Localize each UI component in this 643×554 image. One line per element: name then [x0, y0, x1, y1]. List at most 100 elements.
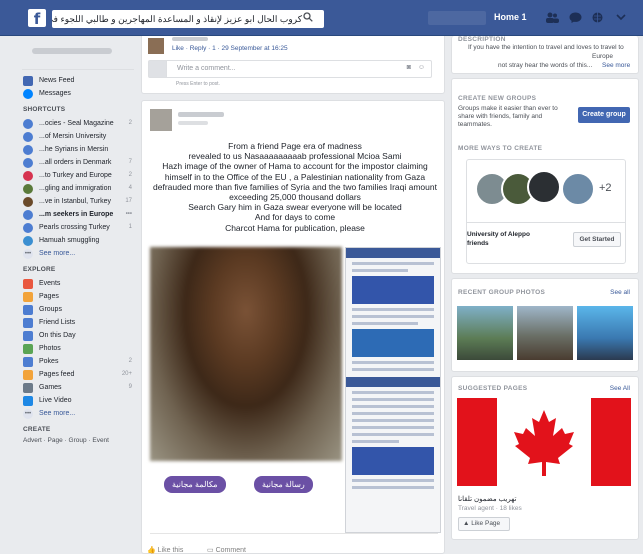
sidebar-item[interactable]: ...gling and immigration 4: [22, 182, 134, 195]
sidebar-item[interactable]: ...all orders in Denmark 7: [22, 156, 134, 169]
sidebar-item-label: Pearls crossing Turkey: [39, 224, 110, 231]
see-more-shortcuts-link[interactable]: ••• See more...: [22, 247, 134, 260]
sidebar-item[interactable]: Groups: [22, 303, 134, 316]
sidebar-item[interactable]: Friend Lists: [22, 316, 134, 329]
sidebar-item[interactable]: Pages: [22, 290, 134, 303]
group-description-card: DESCRIPTION If you have the intention to…: [451, 36, 639, 74]
group-icon: [23, 171, 33, 181]
maple-leaf-icon: [514, 410, 574, 476]
free-call-button[interactable]: مكالمة مجانية: [164, 476, 226, 493]
account-menu-icon[interactable]: [614, 12, 628, 24]
search-input[interactable]: كروب الحال ابو عزيز لإنقاذ و المساعدة ال…: [52, 10, 324, 28]
sidebar-item[interactable]: ...to Turkey and Europe 2: [22, 169, 134, 182]
create-links[interactable]: Advert · Page · Group · Event: [23, 437, 134, 444]
sidebar-item[interactable]: On this Day: [22, 329, 134, 342]
sidebar-item-count: 4: [128, 185, 132, 191]
sidebar-item[interactable]: Games 9: [22, 381, 134, 394]
sidebar-item[interactable]: ...ve in Istanbul, Turkey 17: [22, 195, 134, 208]
sidebar-item[interactable]: Hamuah smuggling: [22, 234, 134, 247]
sidebar-item[interactable]: Pearls crossing Turkey 1: [22, 221, 134, 234]
home-link[interactable]: Home 1: [494, 12, 527, 22]
group-photo-thumbnail[interactable]: [457, 306, 513, 360]
sidebar-item-count: 2: [128, 358, 132, 364]
sidebar-item[interactable]: ...ocies - Seal Magazine 2: [22, 117, 134, 130]
create-heading: CREATE: [23, 426, 51, 433]
post-author-name[interactable]: [178, 112, 224, 117]
canada-flag-image[interactable]: [457, 398, 631, 486]
create-groups-heading: CREATE NEW GROUPS: [458, 95, 537, 102]
sticker-icon[interactable]: ☺: [418, 64, 425, 71]
group-icon: [23, 119, 33, 129]
see-more-link[interactable]: See more: [602, 62, 630, 69]
sidebar-item-label: ...gling and immigration: [39, 185, 112, 192]
create-group-button[interactable]: Create group: [578, 107, 630, 123]
post-text-line: Charcot Hama for publication, please: [225, 222, 365, 233]
post-image[interactable]: مكالمة مجانية رسالة مجانية: [150, 247, 442, 533]
sidebar-item[interactable]: Photos: [22, 342, 134, 355]
sidebar-item[interactable]: ...m seekers in Europe •••: [22, 208, 134, 221]
friend-requests-icon[interactable]: [545, 12, 559, 24]
suggested-page-meta: Travel agent · 18 likes: [458, 505, 522, 512]
sidebar-item-label: Pages: [39, 293, 59, 300]
group-photo-thumbnail[interactable]: [577, 306, 633, 360]
post-author-avatar[interactable]: [150, 109, 172, 131]
sidebar-item[interactable]: Pages feed 20+: [22, 368, 134, 381]
news-feed-icon: [23, 76, 33, 86]
news-feed: Like · Reply · 1 · 29 September at 16:25…: [141, 36, 446, 554]
search-icon[interactable]: [300, 12, 316, 26]
member-avatar: [561, 172, 595, 206]
profile-link[interactable]: [428, 11, 486, 25]
sidebar-item-label: Live Video: [39, 397, 72, 404]
sidebar-item[interactable]: ...of Mersin University: [22, 130, 134, 143]
sidebar-item-label: On this Day: [39, 332, 76, 339]
description-heading: DESCRIPTION: [458, 36, 506, 43]
sidebar-item[interactable]: Events: [22, 277, 134, 290]
sidebar-item[interactable]: Live Video: [22, 394, 134, 407]
previous-post-comments: Like · Reply · 1 · 29 September at 16:25…: [141, 36, 445, 94]
profile-shortcut[interactable]: [22, 48, 134, 70]
thumbs-up-icon: ▲: [463, 520, 470, 527]
camera-icon[interactable]: ◙: [407, 64, 411, 71]
sidebar-item[interactable]: Pokes 2: [22, 355, 134, 368]
free-message-button[interactable]: رسالة مجانية: [254, 476, 313, 493]
comment-button[interactable]: ▭ Comment: [207, 546, 246, 554]
sidebar-item-label: Pokes: [39, 358, 59, 365]
facebook-logo-icon[interactable]: f: [28, 9, 46, 28]
sidebar-item-messages[interactable]: Messages: [22, 87, 134, 100]
suggested-page-name[interactable]: تهريب مضمون تلقانا: [458, 495, 516, 503]
commenter-name: [172, 37, 208, 41]
my-avatar: [149, 61, 167, 77]
sidebar-item-label: Pages feed: [39, 371, 75, 378]
group-photo-thumbnail[interactable]: [517, 306, 573, 360]
like-button[interactable]: 👍 Like this: [147, 546, 183, 554]
sidebar-item-label: ...he Syrians in Mersin: [39, 146, 109, 153]
sidebar-item-count: 2: [128, 120, 132, 126]
sidebar-item[interactable]: ...he Syrians in Mersin: [22, 143, 134, 156]
post-timestamp[interactable]: [178, 121, 208, 125]
see-all-pages-link[interactable]: See All: [610, 385, 630, 392]
see-more-explore-link[interactable]: ••• See more...: [22, 407, 134, 420]
comment-input[interactable]: Write a comment... ◙ ☺: [148, 60, 432, 78]
sidebar-item-label: ...ve in Istanbul, Turkey: [39, 198, 111, 205]
explore-item-icon: [23, 344, 33, 354]
explore-item-icon: [23, 305, 33, 315]
see-more-label: See more...: [39, 250, 76, 257]
suggested-group-name[interactable]: University of Aleppo friends: [467, 230, 547, 248]
suggested-group-tile[interactable]: +2 University of Aleppo friends Get Star…: [466, 159, 626, 264]
sidebar-item-label: Games: [39, 384, 62, 391]
sidebar-item-label: Photos: [39, 345, 61, 352]
group-icon: [23, 158, 33, 168]
post-card: From a friend Page era of madness reveale…: [141, 100, 445, 554]
shortcuts-heading: SHORTCUTS: [23, 106, 66, 113]
comment-meta[interactable]: Like · Reply · 1 · 29 September at 16:25: [172, 45, 288, 52]
messages-icon[interactable]: [568, 12, 582, 24]
get-started-button[interactable]: Get Started: [573, 232, 621, 247]
post-text-line: And for days to come: [254, 212, 336, 223]
globe-notifications-icon[interactable]: [590, 12, 604, 24]
like-page-button[interactable]: ▲ Like Page: [458, 517, 510, 531]
post-text: From a friend Page era of madness reveale…: [150, 141, 440, 233]
description-text: not stray hear the words of this...: [498, 62, 593, 69]
see-all-photos-link[interactable]: See all: [610, 289, 630, 296]
sidebar-item-label: Groups: [39, 306, 62, 313]
sidebar-item-news-feed[interactable]: News Feed: [22, 74, 134, 87]
